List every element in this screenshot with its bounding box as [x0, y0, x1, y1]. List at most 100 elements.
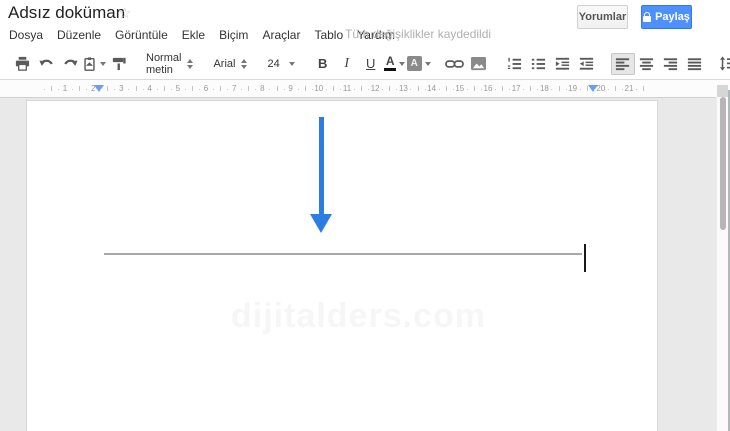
ruler-tick: [523, 89, 525, 90]
document-page[interactable]: dijitalders.com: [26, 100, 658, 431]
ruler-tick: [184, 89, 186, 90]
document-title[interactable]: Adsız doküman: [8, 3, 125, 23]
align-right-icon: [662, 55, 679, 72]
updown-icon: [241, 58, 248, 69]
insert-link-button[interactable]: [443, 53, 467, 75]
print-icon: [14, 55, 31, 72]
menu-dosya[interactable]: Dosya: [2, 26, 50, 44]
ruler-tick: [86, 89, 88, 90]
ruler-number: 21: [624, 84, 634, 93]
align-right-button[interactable]: [659, 53, 683, 75]
updown-icon: [187, 58, 194, 69]
scrollbar-thumb[interactable]: [720, 97, 726, 230]
redo-button[interactable]: [58, 53, 82, 75]
ruler-tick: [163, 86, 165, 91]
ruler-tick: [100, 89, 102, 90]
ruler-tick: [551, 89, 553, 90]
ruler[interactable]: 1 2 3 4 5 6 7 8 9 10 11 12 13 14 15 16 17 18 19 20 21: [0, 80, 730, 98]
comments-button[interactable]: Yorumlar: [577, 5, 628, 29]
undo-button[interactable]: [34, 53, 58, 75]
decrease-indent-button[interactable]: [551, 53, 575, 75]
down-arrow-shape[interactable]: [319, 117, 324, 215]
menu-goruntule[interactable]: Görüntüle: [108, 26, 175, 44]
paragraph-style-dropdown[interactable]: Normal metin: [142, 52, 197, 76]
highlight-color-button[interactable]: A: [406, 53, 431, 75]
justify-button[interactable]: [683, 53, 707, 75]
align-center-button[interactable]: [635, 53, 659, 75]
ruler-number: 20: [596, 84, 606, 93]
text-color-icon: A: [384, 55, 397, 71]
align-left-button[interactable]: [610, 52, 635, 75]
paste-button[interactable]: [82, 53, 106, 75]
horizontal-rule[interactable]: [104, 253, 582, 255]
ruler-number: 8: [260, 84, 265, 93]
ruler-tick: [135, 86, 137, 91]
ruler-number: 9: [288, 84, 293, 93]
dropdown-icon: [288, 61, 295, 66]
ruler-number: 4: [147, 84, 152, 93]
save-status: Tüm değişiklikler kaydedildi: [345, 27, 492, 41]
paint-format-icon: [110, 55, 127, 72]
ruler-tick: [325, 89, 327, 90]
ruler-tick: [424, 89, 426, 90]
ruler-tick: [269, 89, 271, 90]
left-indent-marker[interactable]: [94, 85, 104, 92]
ruler-tick: [114, 89, 116, 90]
paste-icon: [82, 56, 97, 72]
share-button[interactable]: Paylaş: [641, 5, 692, 29]
ruler-tick: [199, 89, 200, 90]
ruler-number: 14: [427, 84, 437, 93]
ruler-tick: [332, 86, 334, 91]
ruler-tick: [142, 89, 144, 90]
toolbar: Normal metin Arial 24 B I U A A: [0, 48, 730, 80]
menu-duzenle[interactable]: Düzenle: [50, 26, 108, 44]
down-arrow-head[interactable]: [310, 214, 332, 233]
ruler-number: 3: [119, 84, 124, 93]
font-size-dropdown[interactable]: 24: [263, 58, 298, 70]
lock-icon: [643, 11, 652, 22]
menu-ekle[interactable]: Ekle: [175, 26, 212, 44]
ruler-tick: [537, 89, 539, 90]
ruler-tick: [530, 86, 532, 91]
ruler-tick: [220, 86, 222, 91]
ruler-number: 6: [203, 84, 209, 93]
paint-format-button[interactable]: [106, 53, 130, 75]
ruler-tick: [452, 89, 454, 90]
increase-indent-button[interactable]: [575, 53, 599, 75]
ruler-tick: [311, 89, 313, 90]
ruler-number: 1: [62, 84, 68, 93]
ruler-tick: [565, 89, 567, 90]
ruler-number: 10: [314, 84, 324, 93]
ruler-tick: [213, 89, 214, 90]
underline-button[interactable]: U: [359, 53, 383, 75]
ruler-tick: [227, 89, 229, 90]
line-spacing-button[interactable]: [719, 53, 730, 75]
bulleted-list-button[interactable]: [527, 53, 551, 75]
ruler-tick: [558, 86, 560, 91]
ruler-tick: [614, 86, 616, 91]
star-icon[interactable]: ☆: [118, 4, 131, 22]
menubar: Dosya Düzenle Görüntüle Ekle Biçim Araçl…: [2, 25, 402, 45]
ruler-tick: [586, 86, 588, 91]
menu-bicim[interactable]: Biçim: [212, 26, 255, 44]
redo-icon: [62, 55, 79, 72]
line-spacing-icon: [718, 55, 730, 72]
ruler-tick: [276, 86, 278, 91]
increase-indent-icon: [578, 55, 595, 72]
font-dropdown[interactable]: Arial: [209, 58, 251, 70]
menu-tablo[interactable]: Tablo: [307, 26, 350, 44]
ruler-tick: [509, 89, 511, 90]
ruler-number: 13: [398, 84, 408, 93]
numbered-list-button[interactable]: [503, 53, 527, 75]
ruler-tick: [643, 86, 645, 91]
decrease-indent-icon: [554, 55, 571, 72]
ruler-number: 11: [342, 84, 352, 93]
text-color-button[interactable]: A: [383, 53, 407, 75]
justify-icon: [686, 55, 703, 72]
print-button[interactable]: [10, 53, 34, 75]
bold-button[interactable]: B: [311, 53, 335, 75]
dropdown-icon: [424, 61, 431, 66]
menu-araclar[interactable]: Araçlar: [255, 26, 307, 44]
italic-button[interactable]: I: [335, 53, 359, 75]
insert-image-button[interactable]: [467, 53, 491, 75]
